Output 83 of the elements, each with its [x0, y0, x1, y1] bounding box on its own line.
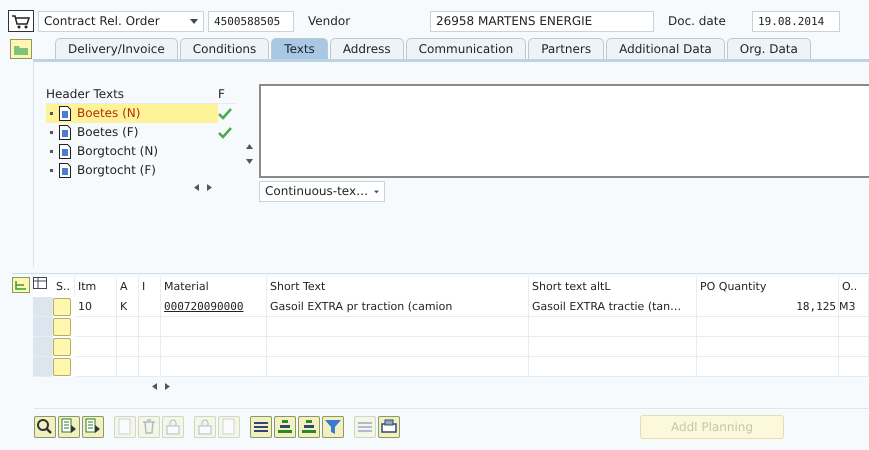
tab[interactable]: Address [330, 38, 404, 59]
table-cell [139, 337, 161, 357]
status-cell[interactable] [53, 338, 71, 356]
layout-icon[interactable] [33, 277, 47, 289]
column-header[interactable]: Material [161, 277, 267, 297]
filter-icon [323, 417, 343, 437]
cart-icon[interactable] [8, 10, 34, 32]
folder-icon[interactable] [10, 39, 32, 59]
status-cell[interactable] [53, 318, 71, 336]
table-cell: K [117, 297, 139, 317]
table-cell: 18,125 [697, 297, 839, 317]
tab[interactable]: Partners [528, 38, 604, 59]
column-header[interactable]: S.. [53, 277, 75, 297]
material-link[interactable]: 000720090000 [161, 297, 267, 317]
document-type-dropdown[interactable]: Contract Rel. Order [38, 10, 204, 32]
vendor-label: Vendor [308, 13, 352, 30]
table-cell [117, 317, 139, 337]
list-button[interactable] [250, 416, 272, 438]
tab[interactable]: Conditions [180, 38, 270, 59]
dropdown-arrow-icon [374, 190, 379, 194]
doc-date-field[interactable]: 19.08.2014 [752, 10, 840, 32]
scroll-left-icon[interactable] [194, 184, 199, 191]
column-header[interactable]: Short text altL [529, 277, 697, 297]
bullet-icon [50, 150, 53, 153]
bullet-icon [50, 131, 53, 134]
detail-button[interactable] [82, 416, 104, 438]
printer-button[interactable] [378, 416, 400, 438]
table-cell [139, 317, 161, 337]
column-header[interactable]: A [117, 277, 139, 297]
table-cell [75, 337, 117, 357]
tree-item[interactable]: Boetes (F) [46, 123, 218, 142]
table-cell [117, 357, 139, 377]
tab[interactable]: Org. Data [726, 38, 811, 59]
tab[interactable]: Delivery/Invoice [55, 38, 178, 59]
tree-item[interactable]: Boetes (N) [46, 104, 218, 123]
status-cell[interactable] [53, 358, 71, 376]
table-cell [75, 357, 117, 377]
status-cell[interactable] [53, 298, 71, 316]
document-icon [59, 163, 71, 178]
table-cell: Gasoil EXTRA tractie (tan… [529, 297, 697, 317]
zoom-button[interactable] [34, 416, 56, 438]
document-icon [59, 125, 71, 140]
column-header[interactable]: O.. [839, 277, 869, 297]
scroll-right-icon[interactable] [207, 184, 212, 191]
sort-button[interactable] [274, 416, 296, 438]
sort-button[interactable] [298, 416, 320, 438]
column-header[interactable]: PO Quantity [697, 277, 839, 297]
filter-button[interactable] [322, 416, 344, 438]
text-editor-area[interactable] [259, 84, 869, 178]
bullet-icon [50, 169, 53, 172]
column-header: F [218, 86, 225, 103]
tab[interactable]: Communication [406, 38, 526, 59]
scroll-up-icon[interactable] [246, 144, 253, 149]
column-header: Header Texts [46, 86, 126, 103]
table-cell [839, 337, 869, 357]
table-cell: Gasoil EXTRA pr traction (camion [267, 297, 529, 317]
text-format-dropdown[interactable]: Continuous-tex… [259, 181, 385, 202]
table-cell [139, 357, 161, 377]
doc-date-label: Doc. date [668, 13, 727, 30]
tab[interactable]: Texts [271, 38, 328, 59]
column-header[interactable]: Itm [75, 277, 117, 297]
scroll-right-icon[interactable] [165, 383, 170, 390]
vendor-field[interactable]: 26958 MARTENS ENERGIE [430, 10, 654, 32]
document-icon [59, 144, 71, 159]
table-cell [75, 317, 117, 337]
table-cell: 10 [75, 297, 117, 317]
bullet-icon [50, 112, 53, 115]
dropdown-arrow-icon [190, 18, 198, 24]
table-cell [839, 317, 869, 337]
table-cell [839, 357, 869, 377]
tree-item[interactable]: Borgtocht (F) [46, 161, 218, 180]
tree-item[interactable]: Borgtocht (N) [46, 142, 218, 161]
table-cell [139, 297, 161, 317]
document-number-field[interactable]: 4500588505 [208, 10, 294, 32]
tab[interactable]: Additional Data [606, 38, 725, 59]
detail-button[interactable] [58, 416, 80, 438]
column-header[interactable]: Short Text [267, 277, 529, 297]
table-cell [117, 337, 139, 357]
document-icon [59, 106, 71, 121]
scroll-left-icon[interactable] [152, 383, 157, 390]
table-cell: M3 [839, 297, 869, 317]
column-header[interactable]: I [139, 277, 161, 297]
scroll-down-icon[interactable] [246, 159, 253, 164]
